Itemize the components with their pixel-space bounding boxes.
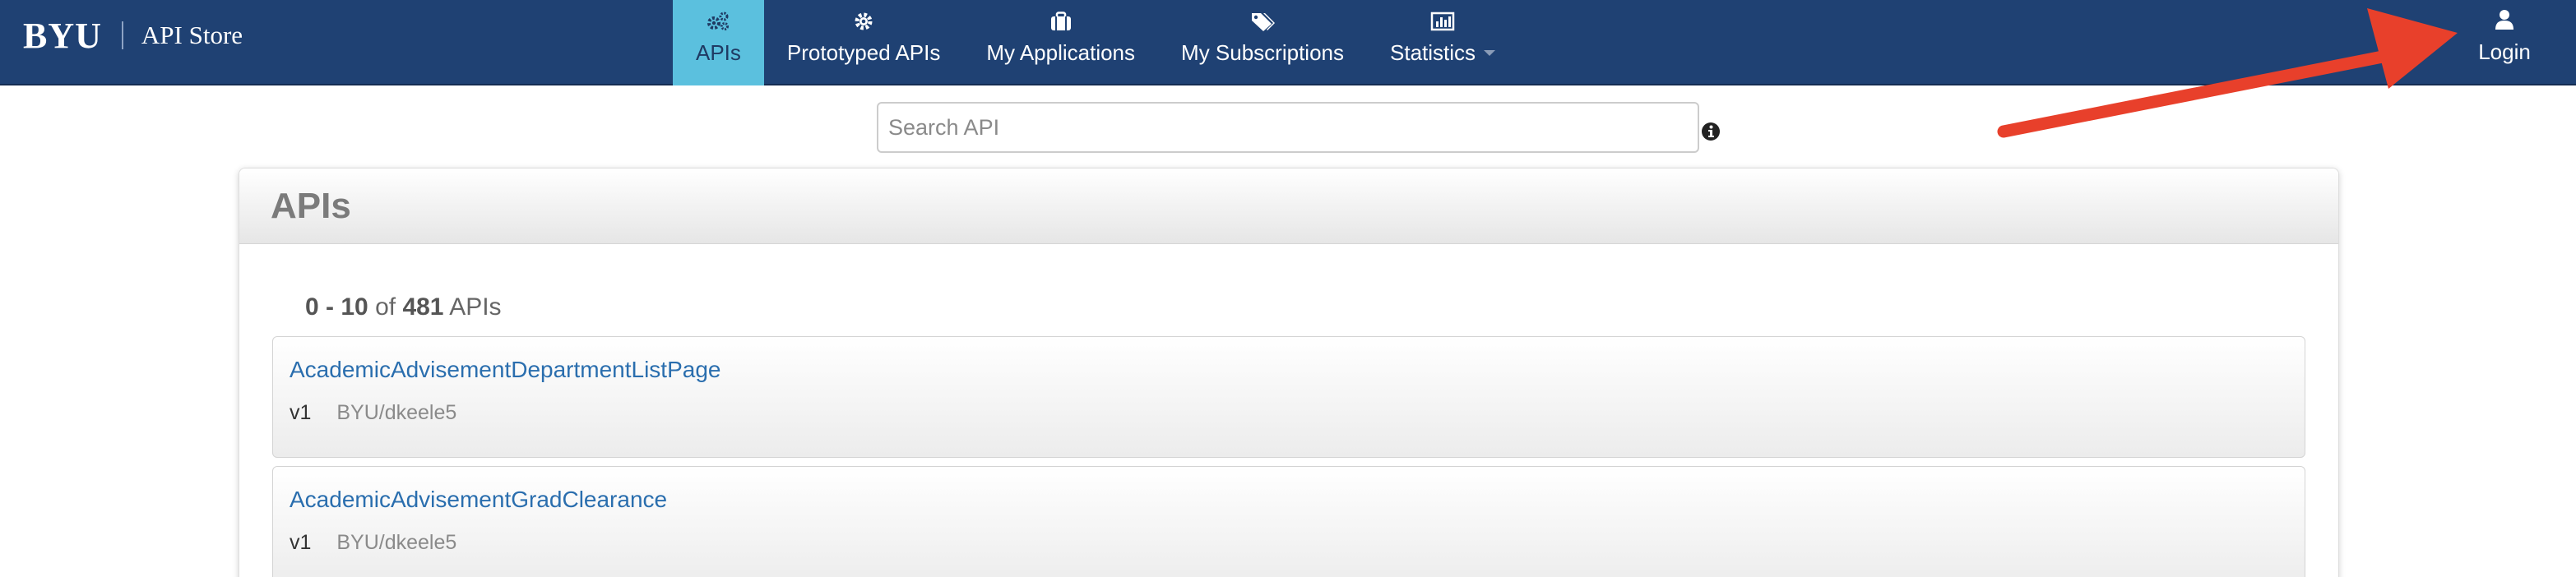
nav-label-my-applications: My Applications: [986, 40, 1136, 65]
tags-icon: [1249, 10, 1276, 33]
list-item[interactable]: AcademicAdvisementGradClearance v1 BYU/d…: [272, 466, 2305, 577]
nav-item-my-applications[interactable]: My Applications: [963, 0, 1158, 85]
brand-name: API Store: [141, 21, 243, 49]
bar-chart-icon: [1430, 10, 1455, 33]
nav-label-statistics: Statistics: [1390, 40, 1496, 66]
nav-item-my-subscriptions[interactable]: My Subscriptions: [1158, 0, 1367, 85]
api-version: v1: [290, 531, 312, 554]
api-meta: v1 BYU/dkeele5: [290, 531, 456, 555]
nav-label-my-subscriptions: My Subscriptions: [1181, 40, 1344, 65]
statistics-label-text: Statistics: [1390, 40, 1476, 65]
api-name-link[interactable]: AcademicAdvisementGradClearance: [290, 487, 667, 513]
panel-title: APIs: [271, 185, 351, 226]
chevron-down-icon: [1484, 49, 1496, 56]
briefcase-icon: [1049, 10, 1073, 33]
info-icon[interactable]: [1701, 122, 1721, 141]
login-label: Login: [2478, 39, 2531, 64]
user-icon: [2495, 8, 2514, 31]
list-item[interactable]: AcademicAdvisementDepartmentListPage v1 …: [272, 336, 2305, 458]
gears-icon: [706, 10, 730, 33]
gear-icon: [853, 10, 874, 33]
result-range: 0 - 10: [305, 293, 368, 321]
nav-item-apis[interactable]: APIs: [673, 0, 764, 85]
panel-header: APIs: [239, 168, 2338, 244]
result-unit: APIs: [449, 293, 502, 321]
nav-label-prototyped-apis: Prototyped APIs: [786, 40, 941, 65]
result-of: of: [375, 293, 396, 321]
brand[interactable]: BYU API Store: [23, 15, 243, 56]
api-meta: v1 BYU/dkeele5: [290, 401, 456, 425]
nav-label-apis: APIs: [696, 40, 741, 65]
login-button[interactable]: Login: [2459, 0, 2550, 85]
nav-item-prototyped-apis[interactable]: Prototyped APIs: [764, 0, 963, 85]
nav-item-statistics[interactable]: Statistics: [1367, 0, 1518, 85]
api-name-link[interactable]: AcademicAdvisementDepartmentListPage: [290, 357, 720, 383]
top-navbar: BYU API Store APIs Prototyped APIs My Ap…: [0, 0, 2576, 85]
search-input[interactable]: [877, 102, 1699, 153]
brand-divider: [121, 21, 123, 49]
result-count: 0 - 10 of 481 APIs: [305, 293, 502, 321]
apis-panel: APIs 0 - 10 of 481 APIs AcademicAdviseme…: [239, 168, 2339, 577]
api-owner: BYU/dkeele5: [336, 401, 457, 424]
byu-logo: BYU: [23, 15, 102, 56]
result-total: 481: [402, 293, 444, 321]
main-nav: APIs Prototyped APIs My Applications My …: [673, 0, 1518, 85]
api-owner: BYU/dkeele5: [336, 531, 457, 554]
api-version: v1: [290, 401, 312, 424]
